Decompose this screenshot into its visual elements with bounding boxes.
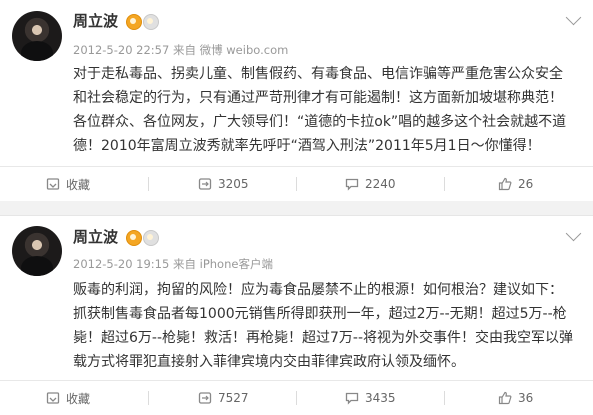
post-actions: 收藏 7527 3435 36 — [0, 380, 593, 415]
repost-icon — [198, 178, 212, 190]
comment-icon — [345, 392, 359, 405]
post-text-line: 毙！超过6万--枪毙！救活！再枪毙！超过7万--将视为外交事件！交由我空军以弹 — [73, 330, 574, 346]
vip-badge-icon — [126, 230, 142, 246]
thumbs-up-icon — [498, 391, 512, 405]
post-text-line: 各位群众、各位网友，广大领导们！“道德的卡拉ok”唱的越多这个社会就越不道 — [73, 114, 567, 130]
author-name[interactable]: 周立波 — [73, 10, 118, 31]
post-text-line: 贩毒的利润，拘留的风险！应为毒食品屡禁不止的根源！如何根治？建议如下： — [73, 282, 563, 298]
chevron-down-icon[interactable] — [565, 9, 582, 26]
weibo-post: 周立波 2012-5-20 22:57 来自 微博 weibo.com 对于走私… — [0, 0, 593, 201]
favorite-button[interactable]: 收藏 — [46, 167, 90, 201]
favorite-label: 收藏 — [66, 391, 91, 406]
verified-badge-icon — [143, 14, 159, 30]
post-meta: 2012-5-20 19:15 来自 iPhone客户端 — [73, 257, 273, 271]
comment-count: 2240 — [365, 177, 396, 191]
repost-button[interactable]: 3205 — [198, 167, 249, 201]
divider — [296, 391, 297, 405]
comment-button[interactable]: 3435 — [345, 381, 396, 415]
divider — [444, 391, 445, 405]
verified-badge-icon — [143, 230, 159, 246]
like-count: 36 — [518, 391, 534, 405]
post-text-line: 德！2010年富周立波秀就率先呼吁“酒驾入刑法”2011年5月1日～你懂得！ — [73, 138, 541, 154]
avatar[interactable] — [12, 226, 62, 276]
post-text-line: 和社会稳定的行为，只有通过严苛刑律才有可能遏制！这方面新加坡堪称典范！ — [73, 90, 563, 106]
post-meta: 2012-5-20 22:57 来自 微博 weibo.com — [73, 43, 289, 57]
divider — [148, 391, 149, 405]
post-text: 对于走私毒品、拐卖儿童、制售假药、有毒食品、电信诈骗等严重危害公众安全 和社会稳… — [73, 62, 578, 158]
like-count: 26 — [518, 177, 534, 191]
avatar[interactable] — [12, 11, 62, 61]
vip-badge-icon — [126, 14, 142, 30]
divider — [296, 177, 297, 191]
repost-button[interactable]: 7527 — [198, 381, 249, 415]
post-text: 贩毒的利润，拘留的风险！应为毒食品屡禁不止的根源！如何根治？建议如下： 抓获制售… — [73, 278, 578, 374]
author-name[interactable]: 周立波 — [73, 226, 118, 247]
post-text-line: 抓获制售毒食品者每1000元销售所得即获刑一年，超过2万--无期！超过5万--枪 — [73, 306, 567, 322]
bookmark-icon — [46, 392, 60, 404]
bookmark-icon — [46, 178, 60, 190]
comment-count: 3435 — [365, 391, 396, 405]
repost-icon — [198, 392, 212, 404]
like-button[interactable]: 36 — [498, 381, 533, 415]
like-button[interactable]: 26 — [498, 167, 533, 201]
repost-count: 7527 — [218, 391, 249, 405]
favorite-button[interactable]: 收藏 — [46, 381, 90, 415]
post-text-line: 载方式将罪犯直接射入菲律宾境内交由菲律宾政府认领及缅怀。 — [73, 354, 465, 370]
comment-button[interactable]: 2240 — [345, 167, 396, 201]
repost-count: 3205 — [218, 177, 249, 191]
favorite-label: 收藏 — [66, 177, 91, 192]
post-text-line: 对于走私毒品、拐卖儿童、制售假药、有毒食品、电信诈骗等严重危害公众安全 — [73, 66, 563, 82]
comment-icon — [345, 178, 359, 191]
divider — [444, 177, 445, 191]
post-actions: 收藏 3205 2240 26 — [0, 166, 593, 201]
thumbs-up-icon — [498, 177, 512, 191]
divider — [148, 177, 149, 191]
